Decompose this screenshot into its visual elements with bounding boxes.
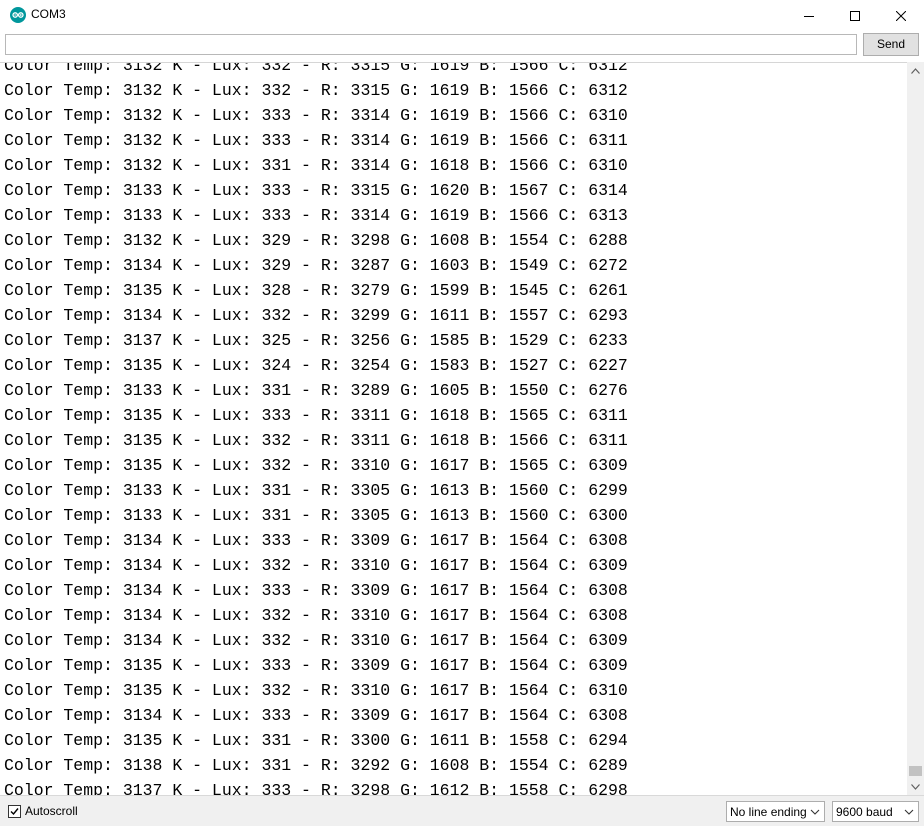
output-line: Color Temp: 3134 K - Lux: 333 - R: 3309 … xyxy=(4,581,628,600)
output-line: Color Temp: 3138 K - Lux: 331 - R: 3292 … xyxy=(4,756,628,775)
output-lines: Color Temp: 3132 K - Lux: 332 - R: 3315 … xyxy=(4,62,628,796)
checkmark-icon xyxy=(10,807,19,815)
output-line: Color Temp: 3134 K - Lux: 332 - R: 3310 … xyxy=(4,556,628,575)
arduino-icon xyxy=(10,7,26,23)
scroll-up-icon xyxy=(911,67,920,74)
output-line: Color Temp: 3134 K - Lux: 329 - R: 3287 … xyxy=(4,256,628,275)
output-line: Color Temp: 3137 K - Lux: 333 - R: 3298 … xyxy=(4,781,628,796)
output-line: Color Temp: 3137 K - Lux: 325 - R: 3256 … xyxy=(4,331,628,350)
chevron-down-icon xyxy=(810,809,820,815)
maximize-icon xyxy=(850,10,860,21)
output-line: Color Temp: 3135 K - Lux: 333 - R: 3309 … xyxy=(4,656,628,675)
output-line: Color Temp: 3135 K - Lux: 324 - R: 3254 … xyxy=(4,356,628,375)
serial-input[interactable] xyxy=(5,34,857,55)
minimize-button[interactable] xyxy=(786,0,832,31)
output-line: Color Temp: 3135 K - Lux: 331 - R: 3300 … xyxy=(4,731,628,750)
close-icon xyxy=(896,10,906,21)
output-line: Color Temp: 3134 K - Lux: 332 - R: 3299 … xyxy=(4,306,628,325)
baud-rate-value: 9600 baud xyxy=(836,804,893,819)
output-line: Color Temp: 3132 K - Lux: 331 - R: 3314 … xyxy=(4,156,628,175)
output-line: Color Temp: 3133 K - Lux: 331 - R: 3305 … xyxy=(4,481,628,500)
line-ending-value: No line ending xyxy=(730,804,807,819)
chevron-down-icon xyxy=(904,809,914,815)
output-line: Color Temp: 3132 K - Lux: 332 - R: 3315 … xyxy=(4,81,628,100)
output-line: Color Temp: 3133 K - Lux: 331 - R: 3289 … xyxy=(4,381,628,400)
autoscroll-checkbox[interactable] xyxy=(8,804,21,818)
scroll-down-icon xyxy=(911,783,920,790)
close-button[interactable] xyxy=(878,0,924,31)
output-line: Color Temp: 3135 K - Lux: 333 - R: 3311 … xyxy=(4,406,628,425)
scroll-thumb[interactable] xyxy=(909,766,922,776)
output-line: Color Temp: 3132 K - Lux: 329 - R: 3298 … xyxy=(4,231,628,250)
title-bar: COM3 xyxy=(0,0,924,31)
output-line: Color Temp: 3133 K - Lux: 331 - R: 3305 … xyxy=(4,506,628,525)
maximize-button[interactable] xyxy=(832,0,878,31)
autoscroll-toggle[interactable]: Autoscroll xyxy=(8,804,78,818)
output-line: Color Temp: 3135 K - Lux: 332 - R: 3310 … xyxy=(4,681,628,700)
output-line: Color Temp: 3135 K - Lux: 332 - R: 3311 … xyxy=(4,431,628,450)
output-line: Color Temp: 3132 K - Lux: 333 - R: 3314 … xyxy=(4,131,628,150)
send-button[interactable]: Send xyxy=(863,33,919,56)
send-bar: Send xyxy=(0,31,924,61)
minimize-icon xyxy=(804,15,814,17)
autoscroll-label: Autoscroll xyxy=(25,804,78,818)
output-line: Color Temp: 3132 K - Lux: 333 - R: 3314 … xyxy=(4,106,628,125)
baud-rate-select[interactable]: 9600 baud xyxy=(832,801,919,822)
output-line: Color Temp: 3135 K - Lux: 332 - R: 3310 … xyxy=(4,456,628,475)
scroll-up-button[interactable] xyxy=(907,62,924,79)
window-title: COM3 xyxy=(31,7,66,21)
output-line: Color Temp: 3133 K - Lux: 333 - R: 3315 … xyxy=(4,181,628,200)
serial-output[interactable]: Color Temp: 3132 K - Lux: 332 - R: 3315 … xyxy=(0,62,907,796)
line-ending-select[interactable]: No line ending xyxy=(726,801,825,822)
output-line: Color Temp: 3135 K - Lux: 328 - R: 3279 … xyxy=(4,281,628,300)
output-line: Color Temp: 3134 K - Lux: 332 - R: 3310 … xyxy=(4,631,628,650)
vertical-scrollbar[interactable] xyxy=(907,62,924,795)
output-line: Color Temp: 3134 K - Lux: 333 - R: 3309 … xyxy=(4,531,628,550)
scroll-down-button[interactable] xyxy=(907,778,924,795)
output-line: Color Temp: 3134 K - Lux: 332 - R: 3310 … xyxy=(4,606,628,625)
output-line: Color Temp: 3133 K - Lux: 333 - R: 3314 … xyxy=(4,206,628,225)
status-bar: Autoscroll No line ending 9600 baud xyxy=(0,795,924,826)
output-line: Color Temp: 3132 K - Lux: 332 - R: 3315 … xyxy=(4,62,628,75)
output-line: Color Temp: 3134 K - Lux: 333 - R: 3309 … xyxy=(4,706,628,725)
